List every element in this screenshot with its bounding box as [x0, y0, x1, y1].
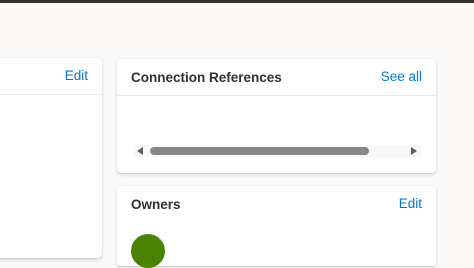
scroll-right-icon[interactable]: [411, 147, 417, 155]
left-card: Edit: [0, 58, 102, 258]
scroll-left-icon[interactable]: [137, 147, 143, 155]
horizontal-scrollbar[interactable]: [133, 145, 421, 157]
see-all-link[interactable]: See all: [381, 69, 422, 84]
owners-edit-link[interactable]: Edit: [399, 196, 422, 211]
left-card-header: Edit: [0, 58, 102, 95]
owners-card: Owners Edit: [117, 186, 436, 268]
owners-title: Owners: [131, 197, 181, 212]
top-bar: [0, 0, 474, 3]
connection-references-header: Connection References See all: [117, 59, 436, 96]
left-card-edit-link[interactable]: Edit: [65, 68, 88, 83]
connection-references-title: Connection References: [131, 70, 282, 85]
connection-references-card: Connection References See all: [117, 59, 436, 173]
owner-avatar[interactable]: [131, 234, 165, 268]
scrollbar-thumb[interactable]: [150, 147, 369, 155]
owners-header: Owners Edit: [117, 186, 436, 222]
